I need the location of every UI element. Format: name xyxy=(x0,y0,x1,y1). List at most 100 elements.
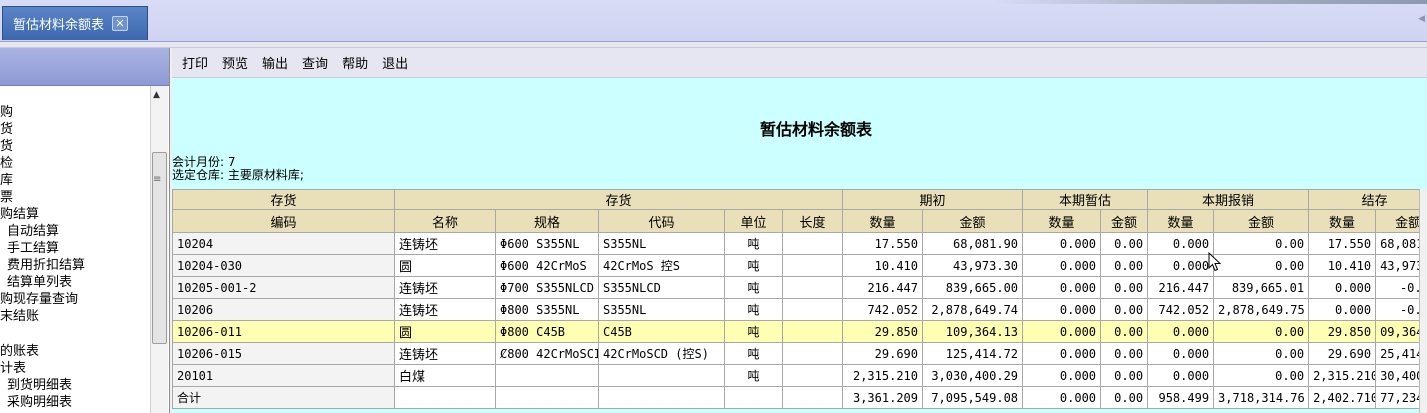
table-cell[interactable]: 2,315.210 xyxy=(1308,364,1377,387)
table-cell[interactable]: 42CrMoS 控S xyxy=(598,254,725,277)
menu-preview[interactable]: 预览 xyxy=(222,53,248,72)
table-cell[interactable]: 圆 xyxy=(394,320,496,343)
table-cell[interactable]: 20101 xyxy=(172,364,395,387)
table-cell[interactable]: 25,414.72 xyxy=(1375,342,1419,365)
table-cell[interactable]: Φ600 42CrMoS xyxy=(495,254,599,277)
nav-item[interactable]: 检 xyxy=(0,155,150,172)
table-cell[interactable]: 连铸坯 xyxy=(394,298,496,321)
column-header[interactable]: 金额 xyxy=(922,209,1024,233)
column-header[interactable]: 名称 xyxy=(394,209,496,233)
nav-item[interactable]: 采购明细表 xyxy=(0,394,150,411)
table-cell[interactable]: 216.447 xyxy=(842,276,924,299)
table-cell[interactable]: 0.000 xyxy=(1022,276,1102,299)
table-cell[interactable]: 合计 xyxy=(172,386,395,409)
nav-item[interactable]: 结算单列表 xyxy=(0,274,150,291)
column-header[interactable]: 数量 xyxy=(1022,209,1102,233)
table-cell[interactable]: 10204 xyxy=(172,232,395,255)
nav-item[interactable]: 末结账 xyxy=(0,308,150,325)
table-cell[interactable]: 吨 xyxy=(724,342,783,365)
table-cell[interactable]: 43,973.30 xyxy=(1375,254,1419,277)
table-cell[interactable]: 0.00 xyxy=(1100,364,1149,387)
table-cell[interactable]: -0.01 xyxy=(1375,276,1419,299)
table-cell[interactable]: 0.000 xyxy=(1022,320,1102,343)
table-cell[interactable]: 77,234.32 xyxy=(1375,386,1419,409)
table-cell[interactable]: 2,878,649.75 xyxy=(1213,298,1310,321)
table-cell[interactable]: 吨 xyxy=(724,364,783,387)
column-header[interactable]: 金额 xyxy=(1100,209,1149,233)
table-cell[interactable] xyxy=(781,276,844,299)
table-cell[interactable]: 0.000 xyxy=(1308,276,1377,299)
table-cell[interactable]: 2,402.710 xyxy=(1308,386,1377,409)
menu-exit[interactable]: 退出 xyxy=(382,53,408,72)
table-cell[interactable]: 吨 xyxy=(724,232,783,255)
column-header[interactable]: 单位 xyxy=(724,209,783,233)
table-cell[interactable]: 0.00 xyxy=(1213,232,1310,255)
menu-export[interactable]: 输出 xyxy=(262,53,288,72)
table-cell[interactable]: 109,364.13 xyxy=(922,320,1024,343)
table-cell[interactable]: 0.000 xyxy=(1022,364,1102,387)
table-row[interactable]: 10205-001-2 连铸坯 Φ700 S355NLCD S355NLCD 吨 216.… xyxy=(172,276,1419,299)
table-cell[interactable]: 0.00 xyxy=(1213,254,1310,277)
nav-item[interactable]: 计表 xyxy=(0,360,150,377)
table-cell[interactable]: 0.00 xyxy=(1213,320,1310,343)
table-cell[interactable]: 29.690 xyxy=(842,342,924,365)
table-cell[interactable]: Φ800 S355NL xyxy=(495,298,599,321)
menu-help[interactable]: 帮助 xyxy=(342,53,368,72)
table-cell[interactable] xyxy=(781,364,844,387)
table-cell[interactable]: 2,878,649.74 xyxy=(922,298,1024,321)
table-cell[interactable]: 3,718,314.76 xyxy=(1213,386,1310,409)
table-cell[interactable]: 10206-011 xyxy=(172,320,395,343)
table-cell[interactable]: 0.00 xyxy=(1213,342,1310,365)
table-cell[interactable]: 连铸坯 xyxy=(394,232,496,255)
nav-item[interactable]: 货 xyxy=(0,138,150,155)
table-cell[interactable]: 0.00 xyxy=(1100,342,1149,365)
table-cell[interactable]: 216.447 xyxy=(1147,276,1215,299)
column-header[interactable]: 编码 xyxy=(172,209,395,233)
table-cell[interactable]: S355NL xyxy=(598,298,725,321)
menu-query[interactable]: 查询 xyxy=(302,53,328,72)
table-cell[interactable]: 0.000 xyxy=(1022,386,1102,409)
table-cell[interactable]: 0.000 xyxy=(1022,342,1102,365)
table-cell[interactable]: 0.000 xyxy=(1147,320,1215,343)
table-cell[interactable]: 0.000 xyxy=(1308,298,1377,321)
tab-report[interactable]: 暂估材料余额表 ✕ xyxy=(2,6,148,40)
table-cell[interactable]: 吨 xyxy=(724,320,783,343)
table-cell[interactable]: 29.690 xyxy=(1308,342,1377,365)
scroll-up-icon[interactable]: ▲ xyxy=(153,90,160,100)
table-cell[interactable] xyxy=(598,364,725,387)
nav-item[interactable]: 费用折扣结算 xyxy=(0,257,150,274)
column-header[interactable]: 数量 xyxy=(842,209,924,233)
table-cell[interactable]: 0.00 xyxy=(1100,254,1149,277)
table-cell[interactable]: 68,081.90 xyxy=(1375,232,1419,255)
column-header[interactable]: 金额 xyxy=(1375,209,1419,233)
table-cell[interactable]: 17.550 xyxy=(1308,232,1377,255)
table-row[interactable]: 20101 白煤吨 2,315.210 3,030,400.29 0.000 0.00 0.… xyxy=(172,364,1419,387)
column-header[interactable]: 代码 xyxy=(598,209,725,233)
table-cell[interactable]: 7,095,549.08 xyxy=(922,386,1024,409)
table-cell[interactable] xyxy=(781,298,844,321)
table-cell[interactable]: 17.550 xyxy=(842,232,924,255)
table-cell[interactable]: 吨 xyxy=(724,298,783,321)
table-cell[interactable] xyxy=(495,386,599,409)
scroll-left-icon[interactable]: ◀ xyxy=(1418,14,1425,24)
table-cell[interactable]: 0.000 xyxy=(1147,232,1215,255)
table-cell[interactable]: 958.499 xyxy=(1147,386,1215,409)
table-cell[interactable]: 742.052 xyxy=(842,298,924,321)
table-cell[interactable] xyxy=(781,320,844,343)
nav-item[interactable]: 的账表 xyxy=(0,343,150,360)
table-cell[interactable]: Φ600 S355NL xyxy=(495,232,599,255)
table-cell[interactable]: Ȼ800 42CrMoSCI xyxy=(495,342,599,365)
table-cell[interactable]: 68,081.90 xyxy=(922,232,1024,255)
nav-item[interactable]: 自动结算 xyxy=(0,223,150,240)
table-cell[interactable]: 0.00 xyxy=(1100,276,1149,299)
table-cell[interactable]: 839,665.01 xyxy=(1213,276,1310,299)
table-cell[interactable]: 0.00 xyxy=(1100,298,1149,321)
table-row[interactable]: 10204 连铸坯 Φ600 S355NL S355NL 吨 17.550 68,081.9… xyxy=(172,232,1419,255)
table-cell[interactable]: 30,400.29 xyxy=(1375,364,1419,387)
table-cell[interactable]: 125,414.72 xyxy=(922,342,1024,365)
table-cell[interactable]: 29.850 xyxy=(842,320,924,343)
table-cell[interactable]: 3,030,400.29 xyxy=(922,364,1024,387)
table-cell[interactable]: 0.00 xyxy=(1100,320,1149,343)
table-cell[interactable]: 0.000 xyxy=(1147,254,1215,277)
table-cell[interactable]: 0.00 xyxy=(1213,364,1310,387)
